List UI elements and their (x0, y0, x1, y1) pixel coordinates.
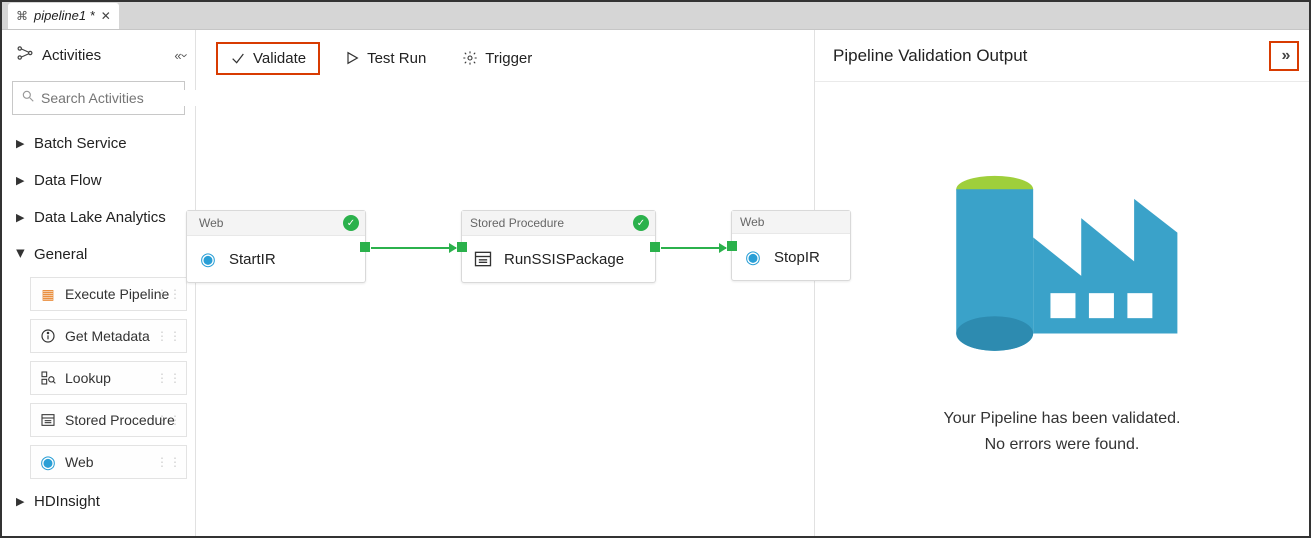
tab-pipeline1[interactable]: ⌘ pipeline1 * ✕ (8, 3, 119, 29)
activity-header: Web ✓ (187, 211, 365, 236)
activity-header: Stored Procedure ✓ (462, 211, 655, 236)
sidebar-item-execute-pipeline[interactable]: ▦ Execute Pipeline ⋮⋮ (30, 277, 187, 311)
activity-name: StartIR (229, 251, 276, 268)
pipeline-canvas[interactable]: Validate Test Run Trigger Web ✓ ◉ StartI… (196, 30, 814, 536)
success-status-icon: ✓ (633, 215, 649, 231)
web-icon: ◉ (197, 248, 219, 270)
drag-grip-icon[interactable]: ⋮⋮ (156, 371, 182, 385)
gear-icon (462, 50, 478, 66)
drag-grip-icon[interactable]: ⋮⋮ (156, 287, 182, 301)
input-port[interactable] (457, 242, 467, 252)
success-status-icon: ✓ (343, 215, 359, 231)
connector-1[interactable] (371, 247, 456, 249)
stored-procedure-icon (472, 248, 494, 270)
drag-grip-icon[interactable]: ⋮⋮ (156, 329, 182, 343)
collapse-all-icon[interactable]: « (174, 48, 176, 63)
execute-pipeline-icon: ▦ (39, 285, 57, 303)
caret-down-icon: ▶ (15, 250, 28, 260)
panel-title: Pipeline Validation Output (833, 46, 1027, 66)
activities-sidebar: Activities « › ▶Batch Service ▶Data Flow… (2, 30, 196, 536)
pipeline-icon: ⌘ (16, 9, 28, 23)
caret-right-icon: ▶ (16, 495, 26, 508)
validation-output-panel: Pipeline Validation Output » Your Pipeli… (814, 30, 1309, 536)
chevron-right-double-icon: » (1282, 47, 1287, 65)
collapse-panel-button[interactable]: » (1269, 41, 1299, 71)
activities-icon (16, 44, 34, 67)
activity-stopir[interactable]: Web ◉ StopIR (731, 210, 851, 281)
tab-bar: ⌘ pipeline1 * ✕ (2, 2, 1309, 30)
caret-right-icon: ▶ (16, 137, 26, 150)
test-run-button[interactable]: Test Run (332, 44, 438, 73)
check-icon (230, 50, 246, 66)
validation-message: Your Pipeline has been validated. No err… (944, 406, 1181, 457)
output-port[interactable] (360, 242, 370, 252)
stored-procedure-icon (39, 411, 57, 429)
activity-header: Web (732, 211, 850, 234)
activity-name: RunSSISPackage (504, 251, 624, 268)
caret-right-icon: ▶ (16, 211, 26, 224)
input-port[interactable] (727, 241, 737, 251)
drag-grip-icon[interactable]: ⋮⋮ (156, 455, 182, 469)
activity-startir[interactable]: Web ✓ ◉ StartIR (186, 210, 366, 283)
sidebar-item-web[interactable]: ◉ Web ⋮⋮ (30, 445, 187, 479)
sidebar-item-get-metadata[interactable]: Get Metadata ⋮⋮ (30, 319, 187, 353)
sidebar-title: Activities (42, 47, 101, 64)
caret-right-icon: ▶ (16, 174, 26, 187)
activity-name: StopIR (774, 249, 820, 266)
tab-label: pipeline1 * (34, 8, 95, 23)
factory-illustration (937, 122, 1187, 372)
sidebar-group-hdinsight[interactable]: ▶HDInsight (2, 483, 195, 520)
drag-grip-icon[interactable]: ⋮⋮ (156, 413, 182, 427)
play-icon (344, 50, 360, 66)
web-icon: ◉ (742, 246, 764, 268)
sidebar-item-stored-procedure[interactable]: Stored Procedure ⋮⋮ (30, 403, 187, 437)
close-icon[interactable]: ✕ (101, 9, 111, 23)
trigger-button[interactable]: Trigger (450, 44, 544, 73)
info-icon (39, 327, 57, 345)
validate-button[interactable]: Validate (216, 42, 320, 75)
sidebar-group-data-flow[interactable]: ▶Data Flow (2, 162, 195, 199)
lookup-icon (39, 369, 57, 387)
sidebar-group-general[interactable]: ▶General (2, 236, 195, 273)
connector-2[interactable] (661, 247, 726, 249)
activity-runssispackage[interactable]: Stored Procedure ✓ RunSSISPackage (461, 210, 656, 283)
web-icon: ◉ (39, 453, 57, 471)
chevron-down-icon[interactable]: › (177, 53, 192, 57)
sidebar-header: Activities « › (2, 30, 195, 81)
search-input[interactable] (41, 90, 222, 106)
search-activities[interactable] (12, 81, 185, 115)
sidebar-group-data-lake-analytics[interactable]: ▶Data Lake Analytics (2, 199, 195, 236)
sidebar-group-batch-service[interactable]: ▶Batch Service (2, 125, 195, 162)
canvas-toolbar: Validate Test Run Trigger (196, 30, 814, 86)
output-port[interactable] (650, 242, 660, 252)
sidebar-item-lookup[interactable]: Lookup ⋮⋮ (30, 361, 187, 395)
search-icon (21, 89, 35, 108)
